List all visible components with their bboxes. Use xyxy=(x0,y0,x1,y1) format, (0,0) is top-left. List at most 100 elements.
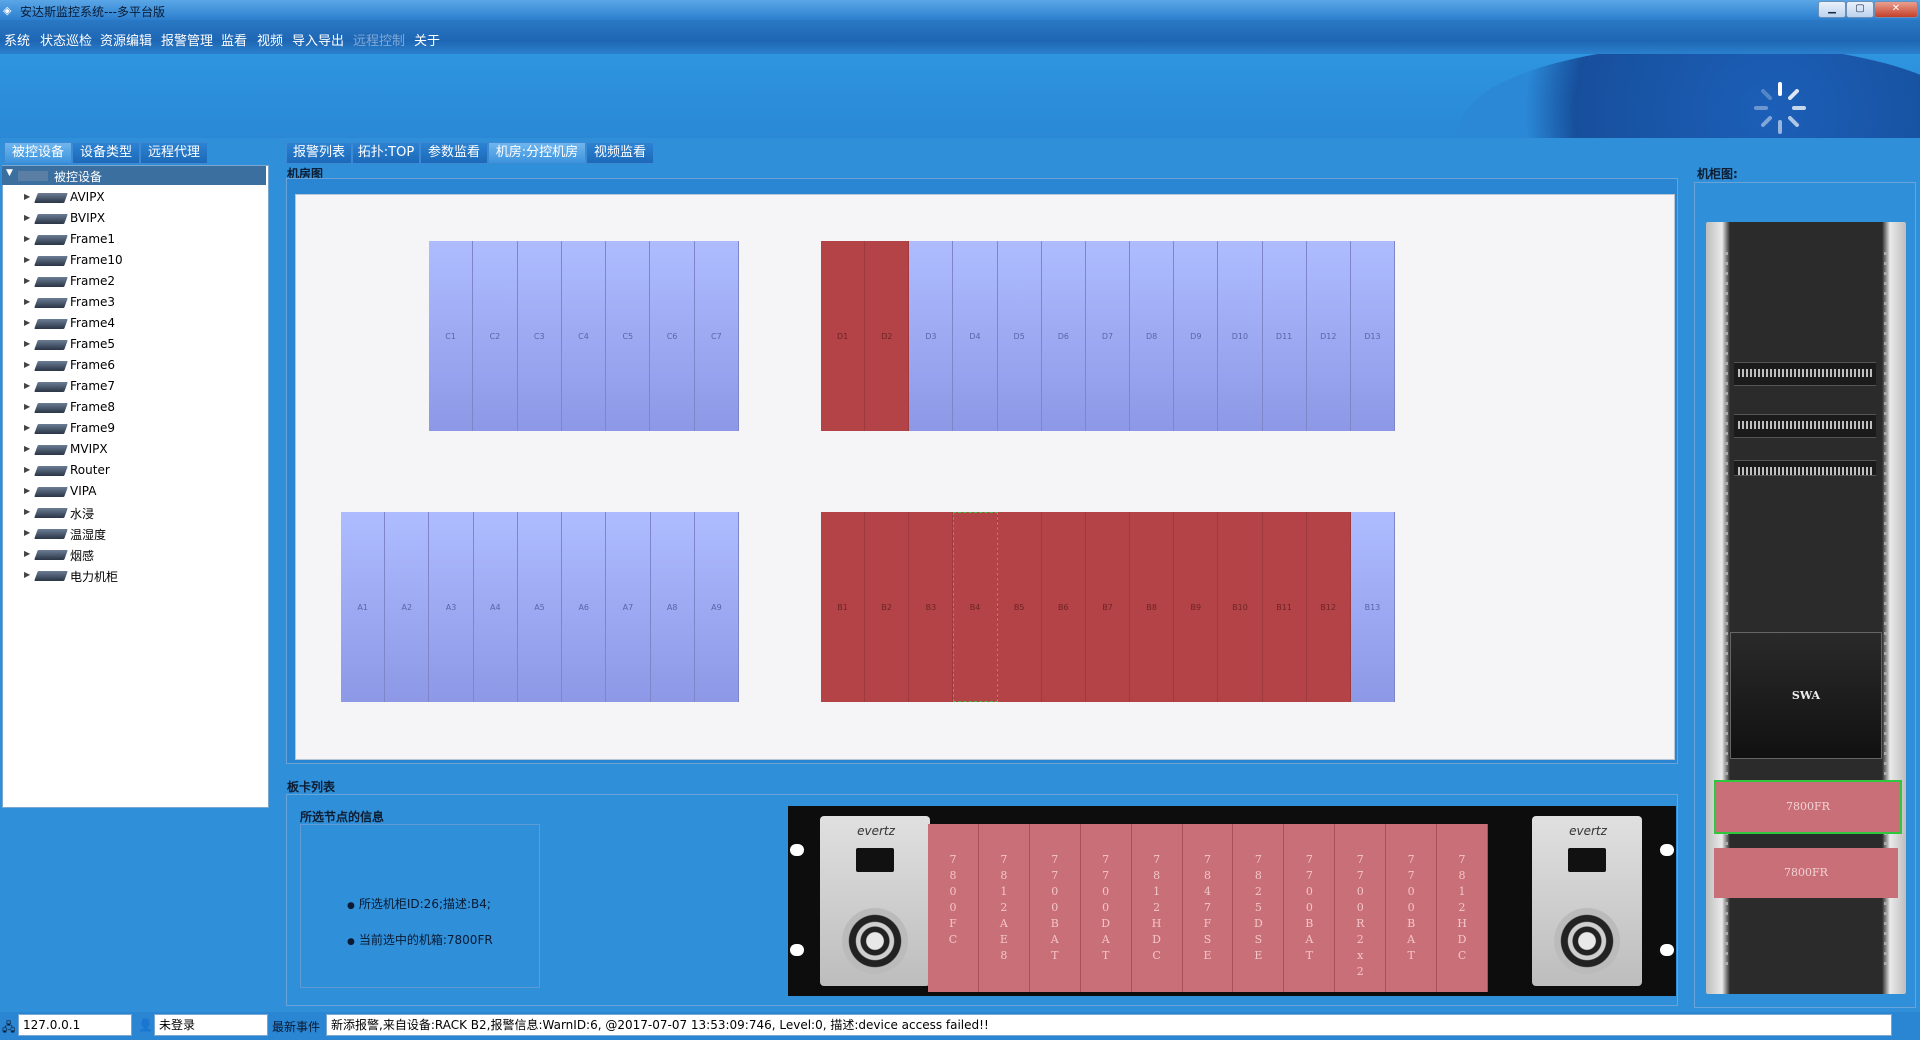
tab-parameter-monitor[interactable]: 参数监看 xyxy=(420,142,488,164)
card-slot[interactable]: 7 8 1 2 AE 8 xyxy=(979,824,1030,992)
cabinet-a8[interactable]: A8 xyxy=(650,512,695,702)
cabinet-b5[interactable]: B5 xyxy=(997,512,1042,702)
rack-frame-selected[interactable]: 7800FR xyxy=(1714,780,1902,834)
card-slot-char: 2 xyxy=(1000,901,1008,914)
expand-arrow-icon[interactable]: ▶ xyxy=(24,486,30,495)
cabinet-b6[interactable]: B6 xyxy=(1041,512,1086,702)
menu-item-monitor[interactable]: 监看 xyxy=(221,30,247,49)
card-slot[interactable]: 7 7 0 0 BAT xyxy=(1386,824,1438,992)
frame-chassis[interactable]: evertz 7800FC7812AE87700BAT7700DAT7812HD… xyxy=(788,806,1676,996)
cabinet-a7[interactable]: A7 xyxy=(606,512,651,702)
expand-arrow-icon[interactable]: ▶ xyxy=(24,318,30,327)
cabinet-d12[interactable]: D12 xyxy=(1306,241,1351,431)
card-slot[interactable]: 7 8 0 0 FC xyxy=(928,824,979,992)
cabinet-a3[interactable]: A3 xyxy=(429,512,474,702)
expand-arrow-icon[interactable]: ▶ xyxy=(24,423,30,432)
expand-arrow-icon[interactable]: ▶ xyxy=(24,549,30,558)
expand-arrow-icon[interactable]: ▶ xyxy=(24,360,30,369)
cabinet-c6[interactable]: C6 xyxy=(650,241,695,431)
card-slot[interactable]: 7 8 2 5 DSE xyxy=(1233,824,1285,992)
maximize-icon[interactable]: ▢ xyxy=(1846,1,1874,18)
cabinet-d10[interactable]: D10 xyxy=(1218,241,1263,431)
menu-item-resource-edit[interactable]: 资源编辑 xyxy=(100,30,152,49)
menu-item-import-export[interactable]: 导入导出 xyxy=(292,30,344,49)
tree-root[interactable]: ▼ 被控设备 xyxy=(2,166,266,185)
expand-arrow-icon[interactable]: ▶ xyxy=(24,234,30,243)
cabinet-a6[interactable]: A6 xyxy=(562,512,607,702)
card-slot[interactable]: 7 8 1 2 HDC xyxy=(1437,824,1488,992)
cabinet-c5[interactable]: C5 xyxy=(606,241,651,431)
collapse-arrow-icon[interactable]: ▼ xyxy=(6,168,13,178)
card-slot[interactable]: 7 8 1 2 HDC xyxy=(1132,824,1183,992)
cabinet-b9[interactable]: B9 xyxy=(1174,512,1219,702)
tab-controlled-devices[interactable]: 被控设备 xyxy=(4,142,72,164)
card-slot[interactable]: 7 8 4 7 FSE xyxy=(1183,824,1234,992)
expand-arrow-icon[interactable]: ▶ xyxy=(24,276,30,285)
tab-topology[interactable]: 拓扑:TOP xyxy=(352,142,420,164)
menu-item-status-check[interactable]: 状态巡检 xyxy=(40,30,92,49)
tab-alarm-list[interactable]: 报警列表 xyxy=(286,142,352,164)
cabinet-d13[interactable]: D13 xyxy=(1350,241,1395,431)
expand-arrow-icon[interactable]: ▶ xyxy=(24,192,30,201)
cabinet-d6[interactable]: D6 xyxy=(1041,241,1086,431)
close-icon[interactable]: ✕ xyxy=(1874,1,1918,18)
cabinet-b11[interactable]: B11 xyxy=(1262,512,1307,702)
cabinet-b1[interactable]: B1 xyxy=(821,512,866,702)
expand-arrow-icon[interactable]: ▶ xyxy=(24,465,30,474)
rack-device-swa[interactable]: SWA xyxy=(1730,632,1882,759)
card-slot[interactable]: 7 7 0 0 DAT xyxy=(1081,824,1132,992)
card-slot[interactable]: 7 7 0 0 BAT xyxy=(1284,824,1336,992)
menu-item-video[interactable]: 视频 xyxy=(257,30,283,49)
cabinet-b3[interactable]: B3 xyxy=(909,512,954,702)
menu-item-alarm-management[interactable]: 报警管理 xyxy=(161,30,213,49)
cabinet-a2[interactable]: A2 xyxy=(385,512,430,702)
cabinet-d4[interactable]: D4 xyxy=(953,241,998,431)
menu-item-system[interactable]: 系统 xyxy=(4,30,30,49)
cabinet-b12[interactable]: B12 xyxy=(1306,512,1351,702)
expand-arrow-icon[interactable]: ▶ xyxy=(24,297,30,306)
cabinet-b10[interactable]: B10 xyxy=(1218,512,1263,702)
cabinet-c3[interactable]: C3 xyxy=(517,241,562,431)
cabinet-d1[interactable]: D1 xyxy=(821,241,866,431)
cabinet-d11[interactable]: D11 xyxy=(1262,241,1307,431)
minimize-icon[interactable]: ▁ xyxy=(1818,1,1846,18)
cabinet-c2[interactable]: C2 xyxy=(473,241,518,431)
cabinet-c1[interactable]: C1 xyxy=(429,241,474,431)
expand-arrow-icon[interactable]: ▶ xyxy=(24,402,30,411)
card-slot[interactable]: 7 7 0 0 R 2 x 2 xyxy=(1335,824,1387,992)
expand-arrow-icon[interactable]: ▶ xyxy=(24,255,30,264)
cabinet-b2[interactable]: B2 xyxy=(865,512,910,702)
rack-frame[interactable]: 7800FR xyxy=(1714,848,1898,898)
tab-video-monitor[interactable]: 视频监看 xyxy=(586,142,654,164)
tab-machine-room[interactable]: 机房:分控机房 xyxy=(488,142,586,164)
expand-arrow-icon[interactable]: ▶ xyxy=(24,570,30,579)
expand-arrow-icon[interactable]: ▶ xyxy=(24,444,30,453)
expand-arrow-icon[interactable]: ▶ xyxy=(24,213,30,222)
tab-remote-agent[interactable]: 远程代理 xyxy=(140,142,208,164)
cabinet-d8[interactable]: D8 xyxy=(1130,241,1175,431)
menu-item-about[interactable]: 关于 xyxy=(414,30,440,49)
tab-device-types[interactable]: 设备类型 xyxy=(72,142,140,164)
cabinet-d9[interactable]: D9 xyxy=(1174,241,1219,431)
cabinet-b8[interactable]: B8 xyxy=(1130,512,1175,702)
expand-arrow-icon[interactable]: ▶ xyxy=(24,528,30,537)
expand-arrow-icon[interactable]: ▶ xyxy=(24,381,30,390)
tree-item-label: BVIPX xyxy=(70,211,106,225)
expand-arrow-icon[interactable]: ▶ xyxy=(24,339,30,348)
device-icon xyxy=(34,319,68,329)
cabinet-d7[interactable]: D7 xyxy=(1085,241,1131,431)
expand-arrow-icon[interactable]: ▶ xyxy=(24,507,30,516)
cabinet-b4[interactable]: B4 xyxy=(953,512,998,702)
cabinet-c7[interactable]: C7 xyxy=(694,241,739,431)
cabinet-c4[interactable]: C4 xyxy=(561,241,607,431)
cabinet-b7[interactable]: B7 xyxy=(1085,512,1131,702)
cabinet-a4[interactable]: A4 xyxy=(473,512,518,702)
cabinet-d2[interactable]: D2 xyxy=(865,241,910,431)
cabinet-d5[interactable]: D5 xyxy=(997,241,1042,431)
cabinet-a5[interactable]: A5 xyxy=(517,512,563,702)
cabinet-d3[interactable]: D3 xyxy=(909,241,954,431)
cabinet-a9[interactable]: A9 xyxy=(694,512,739,702)
cabinet-a1[interactable]: A1 xyxy=(341,512,386,702)
cabinet-b13[interactable]: B13 xyxy=(1350,512,1395,702)
card-slot[interactable]: 7 7 0 0 BAT xyxy=(1030,824,1081,992)
